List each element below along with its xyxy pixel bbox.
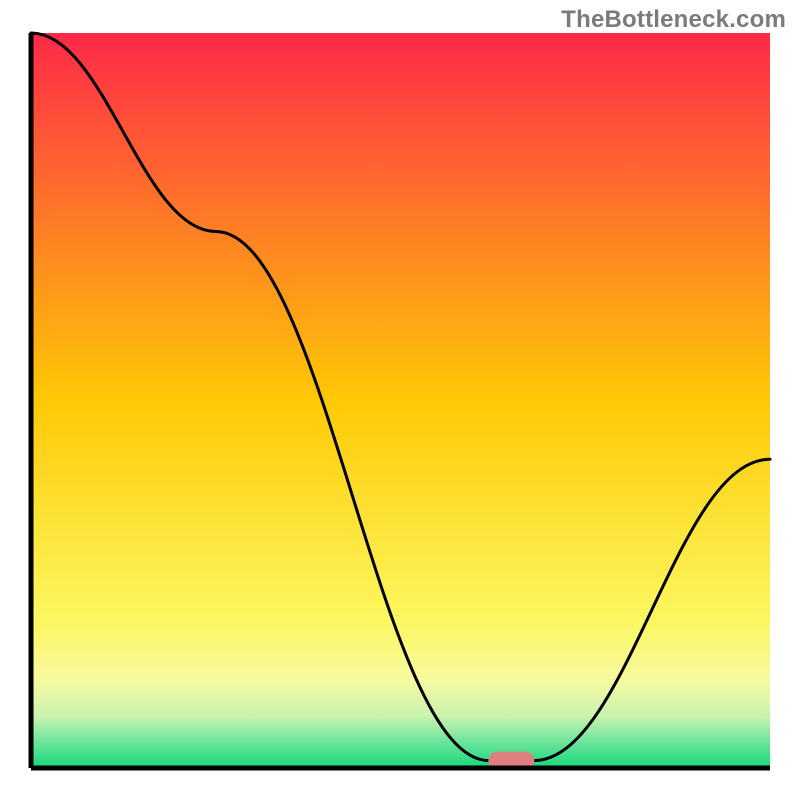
watermark-text: TheBottleneck.com: [561, 6, 786, 34]
plot-background: [31, 33, 770, 768]
chart-container: TheBottleneck.com: [0, 0, 800, 800]
bottleneck-chart: [0, 0, 800, 800]
